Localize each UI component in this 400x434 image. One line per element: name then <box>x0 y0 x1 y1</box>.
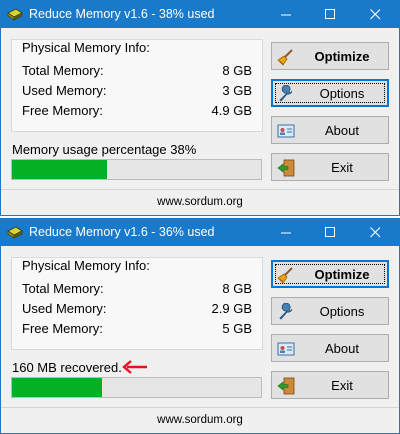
exit-button-label: Exit <box>331 160 353 175</box>
maximize-button[interactable] <box>309 219 353 246</box>
id-card-icon <box>277 342 295 356</box>
options-button-label: Options <box>319 304 365 319</box>
close-icon <box>370 227 381 238</box>
free-memory-value: 4.9 GB <box>211 103 252 118</box>
footer-divider <box>1 407 399 408</box>
maximize-icon <box>325 9 335 19</box>
reduce-memory-window-2: Reduce Memory v1.6 - 36% used Physical M… <box>0 218 400 434</box>
options-button[interactable]: Options <box>271 297 389 325</box>
red-arrow-icon <box>122 360 147 374</box>
total-memory-value: 8 GB <box>222 63 252 78</box>
optimize-button-label: Optimize <box>314 267 370 282</box>
app-chip-icon <box>7 8 23 21</box>
id-card-icon <box>277 124 295 138</box>
free-memory-label: Free Memory: <box>22 321 103 336</box>
title-bar[interactable]: Reduce Memory v1.6 - 38% used <box>1 1 399 28</box>
window-title: Reduce Memory v1.6 - 38% used <box>29 7 215 21</box>
exit-door-icon <box>277 159 295 177</box>
exit-door-icon <box>277 377 295 395</box>
window-title: Reduce Memory v1.6 - 36% used <box>29 225 215 239</box>
about-button[interactable]: About <box>271 116 389 144</box>
minimize-button[interactable] <box>265 219 309 246</box>
close-button[interactable] <box>354 1 398 28</box>
about-button[interactable]: About <box>271 334 389 362</box>
reduce-memory-window-1: Reduce Memory v1.6 - 38% used Physical M… <box>0 0 400 216</box>
used-memory-label: Used Memory: <box>22 83 107 98</box>
memory-info-title: Physical Memory Info: <box>22 258 150 273</box>
status-text: 160 MB recovered. <box>12 360 122 375</box>
title-bar[interactable]: Reduce Memory v1.6 - 36% used <box>1 219 399 246</box>
optimize-button-label: Optimize <box>314 49 370 64</box>
memory-info-panel: Physical Memory Info: Total Memory: 8 GB… <box>11 257 263 350</box>
memory-progress-bar <box>11 377 262 398</box>
total-memory-label: Total Memory: <box>22 281 104 296</box>
exit-button[interactable]: Exit <box>271 371 389 399</box>
progress-fill <box>12 378 102 397</box>
memory-info-title: Physical Memory Info: <box>22 40 150 55</box>
free-memory-label: Free Memory: <box>22 103 103 118</box>
wrench-icon <box>279 85 293 102</box>
about-button-label: About <box>325 341 359 356</box>
exit-button-label: Exit <box>331 378 353 393</box>
total-memory-value: 8 GB <box>222 281 252 296</box>
maximize-icon <box>325 227 335 237</box>
memory-info-panel: Physical Memory Info: Total Memory: 8 GB… <box>11 39 263 132</box>
maximize-button[interactable] <box>309 1 353 28</box>
footer-divider <box>1 189 399 190</box>
options-button[interactable]: Options <box>271 79 389 107</box>
wrench-icon <box>279 303 293 320</box>
memory-progress-bar <box>11 159 262 180</box>
close-button[interactable] <box>354 219 398 246</box>
close-icon <box>370 9 381 20</box>
broom-icon <box>277 49 293 66</box>
optimize-button[interactable]: Optimize <box>271 260 389 288</box>
used-memory-value: 3 GB <box>222 83 252 98</box>
options-button-label: Options <box>319 86 365 101</box>
minimize-icon <box>281 14 291 16</box>
used-memory-value: 2.9 GB <box>211 301 252 316</box>
used-memory-label: Used Memory: <box>22 301 107 316</box>
progress-fill <box>12 160 107 179</box>
total-memory-label: Total Memory: <box>22 63 104 78</box>
footer-link[interactable]: www.sordum.org <box>1 196 399 208</box>
footer-link[interactable]: www.sordum.org <box>1 414 399 426</box>
about-button-label: About <box>325 123 359 138</box>
minimize-button[interactable] <box>265 1 309 28</box>
free-memory-value: 5 GB <box>222 321 252 336</box>
app-chip-icon <box>7 226 23 239</box>
exit-button[interactable]: Exit <box>271 153 389 181</box>
status-text: Memory usage percentage 38% <box>12 142 197 157</box>
broom-icon <box>277 267 293 284</box>
minimize-icon <box>281 232 291 234</box>
optimize-button[interactable]: Optimize <box>271 42 389 70</box>
